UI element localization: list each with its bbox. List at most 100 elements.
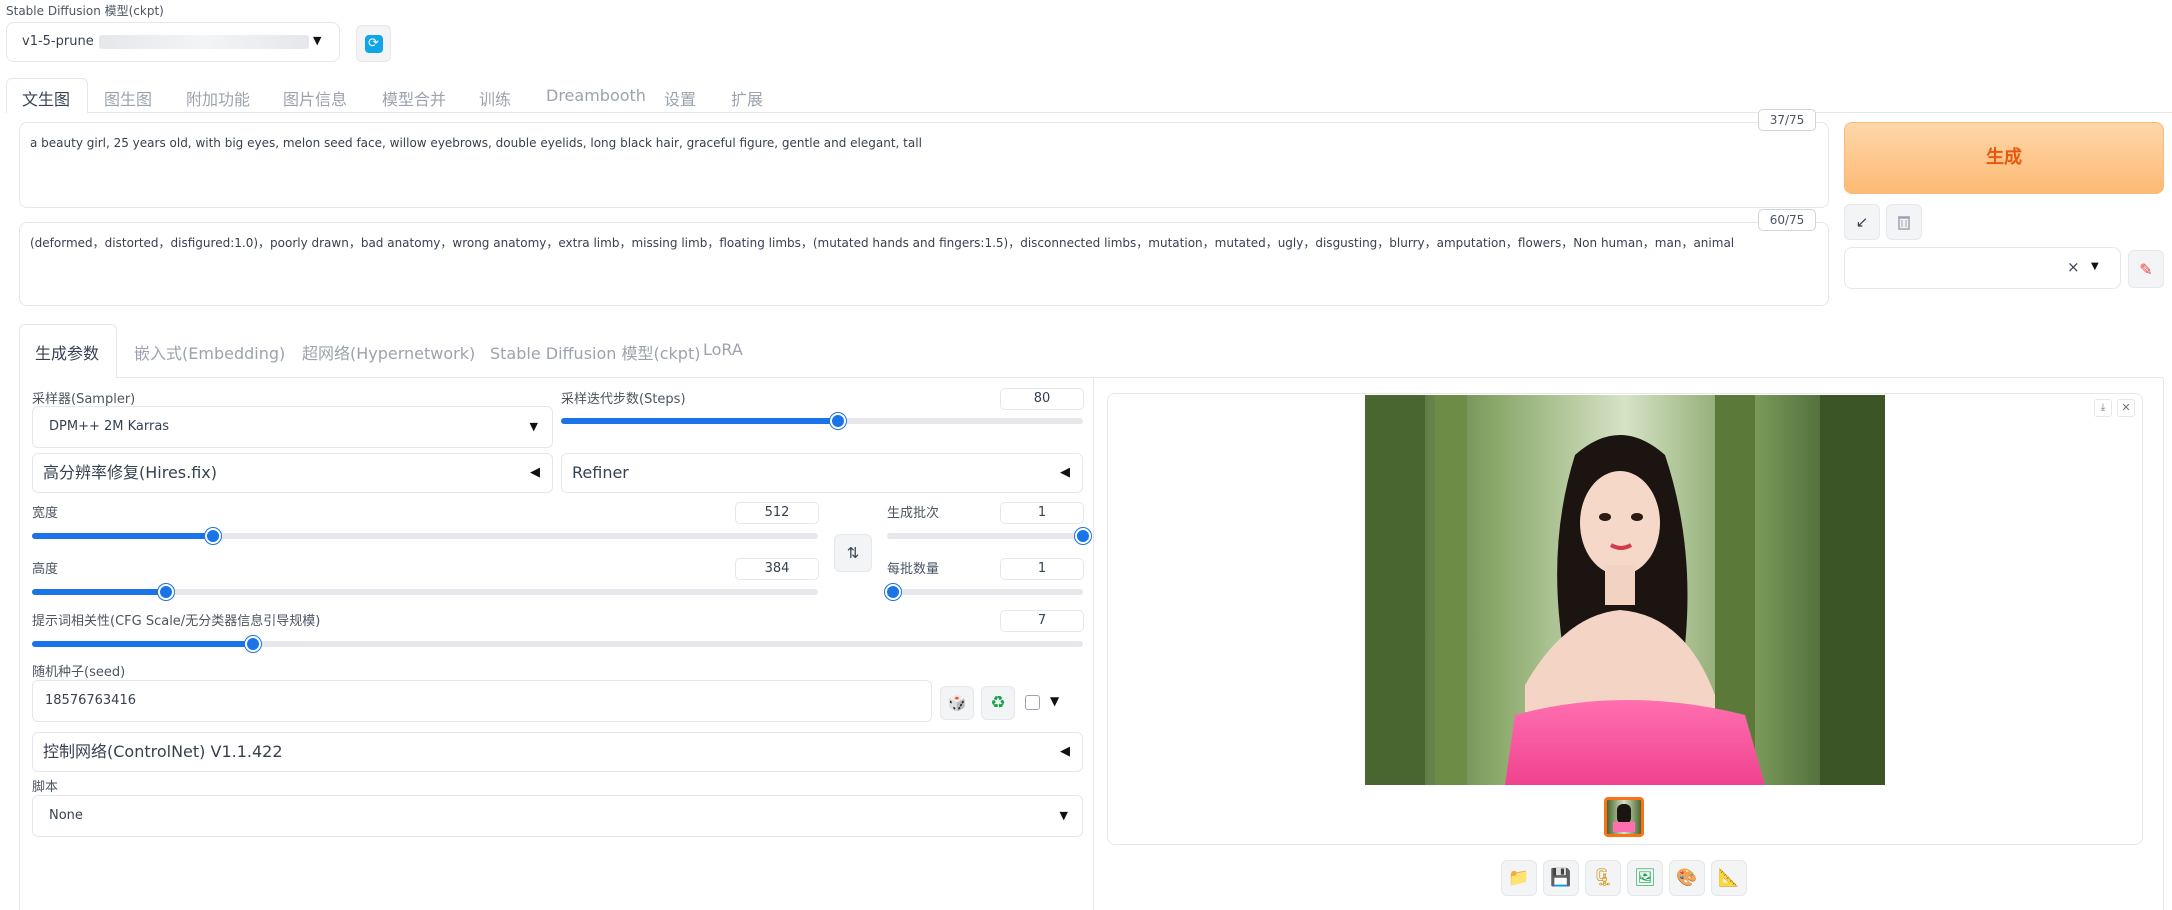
subtab-0[interactable]: 生成参数 [35, 340, 99, 364]
controlnet-accordion[interactable]: 控制网络(ControlNet) V1.1.422 ◀ [32, 732, 1083, 772]
batch-size-slider[interactable] [885, 584, 1083, 600]
batch-count-input[interactable]: 1 [1000, 502, 1084, 524]
tab-3[interactable]: 图片信息 [283, 86, 347, 110]
subtab-2[interactable]: 超网络(Hypernetwork) [302, 340, 475, 364]
height-input[interactable]: 384 [735, 558, 819, 580]
random-seed-button[interactable]: 🎲 [940, 686, 974, 720]
height-label: 高度 [32, 562, 59, 577]
swap-dimensions-button[interactable]: ⇅ [834, 534, 872, 572]
steps-slider[interactable] [561, 413, 1083, 429]
cfg-slider-thumb[interactable] [244, 636, 261, 652]
palette-icon: 🎨 [1676, 868, 1698, 888]
width-input[interactable]: 512 [735, 502, 819, 524]
tab-6[interactable]: Dreambooth [546, 86, 646, 105]
dice-icon: 🎲 [947, 694, 967, 712]
open-folder-button[interactable]: 📁 [1501, 860, 1537, 896]
refresh-button[interactable]: ⟳ [356, 25, 391, 62]
close-icon[interactable]: ✕ [2117, 399, 2135, 417]
steps-slider-fill [561, 418, 838, 424]
width-slider-fill [32, 533, 213, 539]
model-select[interactable]: v1-5-prune ▼ [6, 22, 340, 62]
refresh-icon: ⟳ [364, 34, 383, 53]
batch-size-label: 每批数量 [887, 562, 940, 577]
send-to-img2img-button[interactable]: 🖼 [1627, 860, 1663, 896]
apply-style-button[interactable]: ↙ [1844, 204, 1880, 240]
zip-button[interactable]: 🗜 [1585, 860, 1621, 896]
cfg-input[interactable]: 7 [1000, 610, 1084, 632]
clear-styles-icon[interactable]: × [2067, 258, 2080, 276]
tab-8[interactable]: 扩展 [731, 86, 763, 110]
gallery-thumbnail[interactable] [1604, 797, 1644, 837]
height-slider-fill [32, 589, 166, 595]
height-slider[interactable] [32, 584, 818, 600]
thumbnail-figure [1617, 804, 1631, 824]
batch-count-slider-thumb[interactable] [1075, 528, 1091, 544]
send-to-inpaint-button[interactable]: 🎨 [1669, 860, 1705, 896]
chevron-down-icon: ▼ [2091, 261, 2099, 272]
cfg-slider[interactable] [32, 636, 1083, 652]
tab-5[interactable]: 训练 [479, 86, 511, 110]
tab-1[interactable]: 图生图 [104, 86, 152, 110]
script-select[interactable]: None ▼ [32, 795, 1083, 837]
subtab-1[interactable]: 嵌入式(Embedding) [134, 340, 285, 364]
steps-slider-thumb[interactable] [829, 413, 846, 429]
seed-input[interactable]: 18576763416 [32, 680, 932, 722]
script-value: None [49, 808, 83, 823]
width-slider-thumb[interactable] [204, 528, 221, 544]
generate-button[interactable]: 生成 [1844, 122, 2164, 194]
model-name-blurred [99, 35, 309, 49]
sampler-select[interactable]: DPM++ 2M Karras ▼ [32, 406, 553, 448]
generated-image[interactable] [1365, 395, 1885, 785]
caret-left-icon: ◀ [530, 465, 540, 480]
batch-size-slider-thumb[interactable] [885, 584, 901, 600]
chevron-down-icon: ▼ [313, 34, 322, 47]
edit-styles-button[interactable]: ✎ [2128, 250, 2164, 288]
trash-icon [1898, 216, 1910, 230]
tab-7[interactable]: 设置 [664, 86, 696, 110]
width-slider[interactable] [32, 528, 818, 544]
ruler-icon: 📐 [1718, 868, 1740, 888]
sampler-value: DPM++ 2M Karras [49, 419, 170, 434]
subtab-4[interactable]: LoRA [703, 340, 743, 359]
prompt-token-counter: 37/75 [1758, 109, 1816, 131]
negative-prompt-token-counter: 60/75 [1758, 209, 1816, 231]
hires-fix-accordion[interactable]: 高分辨率修复(Hires.fix) ◀ [32, 453, 553, 493]
tab-0[interactable]: 文生图 [22, 86, 70, 110]
caret-down-icon[interactable]: ▼ [1050, 694, 1059, 708]
refiner-accordion[interactable]: Refiner ◀ [561, 453, 1083, 493]
steps-input[interactable]: 80 [1000, 388, 1084, 410]
send-to-extras-button[interactable]: 📐 [1711, 860, 1747, 896]
clear-prompt-button[interactable] [1886, 204, 1922, 240]
panel-divider [1093, 378, 1094, 910]
caret-left-icon: ◀ [1060, 744, 1070, 759]
seed-label: 随机种子(seed) [32, 665, 126, 680]
negative-prompt-text: (deformed，distorted，disfigured:1.0)，poor… [30, 236, 1735, 250]
batch-size-input[interactable]: 1 [1000, 558, 1084, 580]
save-button[interactable]: 💾 [1543, 860, 1579, 896]
sampler-label: 采样器(Sampler) [32, 392, 136, 407]
script-label: 脚本 [32, 780, 59, 795]
subtab-3[interactable]: Stable Diffusion 模型(ckpt) [490, 340, 700, 364]
tab-divider [88, 112, 2172, 113]
folder-icon: 📁 [1508, 868, 1530, 888]
chevron-down-icon: ▼ [529, 420, 538, 433]
height-slider-thumb[interactable] [157, 584, 174, 600]
styles-select[interactable]: × ▼ [1844, 247, 2121, 289]
reuse-seed-button[interactable]: ♻ [981, 686, 1015, 720]
negative-prompt-textarea[interactable]: (deformed，distorted，disfigured:1.0)，poor… [19, 222, 1829, 306]
arrow-icon: ↙ [1855, 213, 1869, 231]
save-icon: 💾 [1550, 868, 1572, 888]
panel-right-border [2163, 378, 2164, 910]
steps-label: 采样迭代步数(Steps) [561, 392, 686, 407]
extra-seed-checkbox[interactable] [1025, 695, 1040, 710]
batch-count-slider[interactable] [887, 528, 1091, 544]
cfg-slider-fill [32, 641, 253, 647]
width-label: 宽度 [32, 506, 59, 521]
hires-fix-label: 高分辨率修复(Hires.fix) [43, 463, 218, 482]
prompt-textarea[interactable]: a beauty girl, 25 years old, with big ey… [19, 122, 1829, 208]
download-icon[interactable]: ⤓ [2094, 399, 2112, 417]
subtab-divider [117, 377, 2163, 378]
tab-4[interactable]: 模型合并 [382, 86, 446, 110]
controlnet-label: 控制网络(ControlNet) V1.1.422 [43, 742, 283, 761]
tab-2[interactable]: 附加功能 [186, 86, 250, 110]
